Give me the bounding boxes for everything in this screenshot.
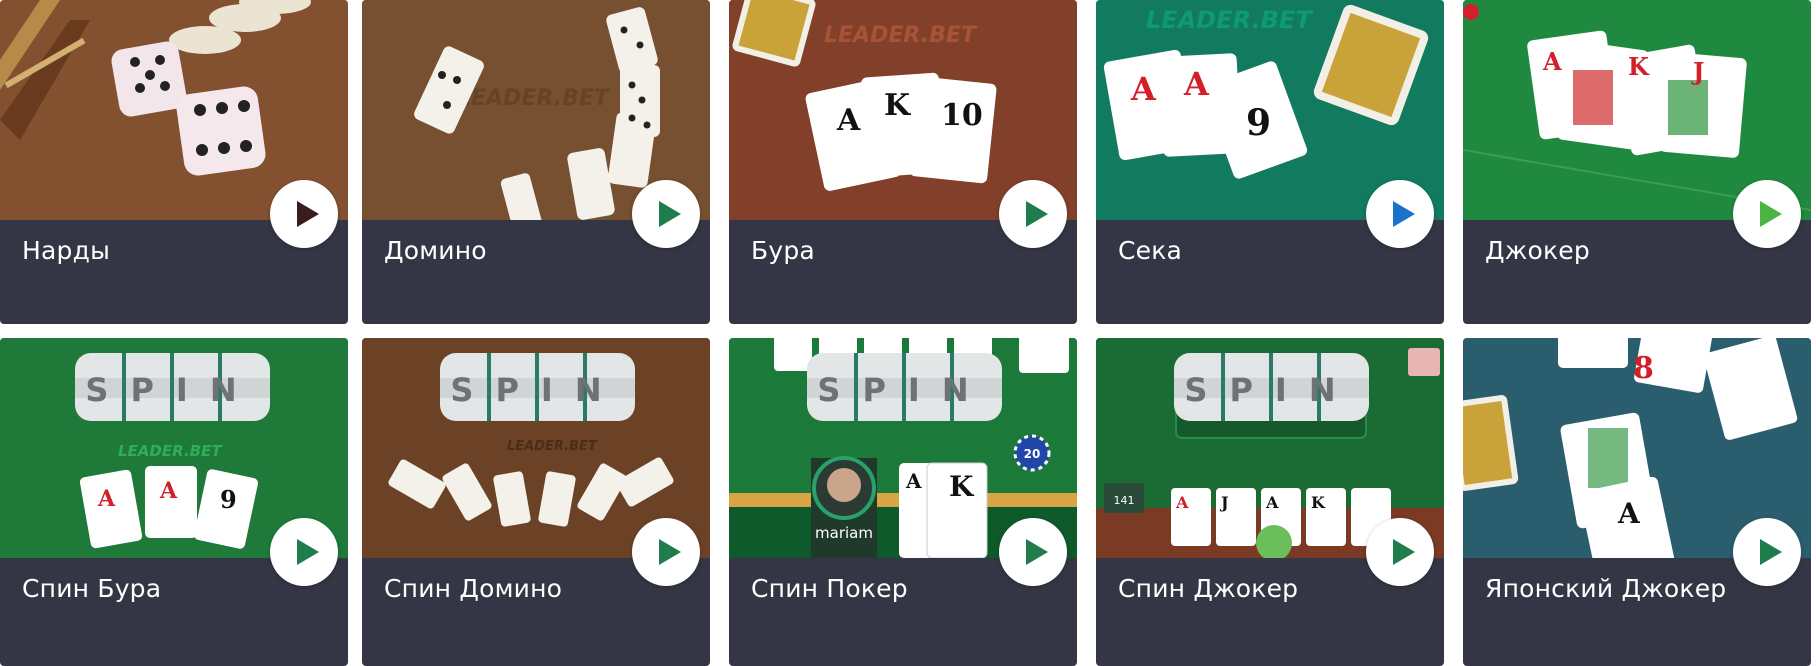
card-rank: A <box>1183 65 1210 103</box>
spin-label: SPIN <box>1184 371 1357 409</box>
card-rank: A <box>1265 493 1279 512</box>
play-button[interactable] <box>1366 180 1434 248</box>
card-rank: A <box>1617 497 1641 530</box>
brand-logo: LEADER.BET <box>457 86 611 111</box>
card-rank: 9 <box>220 485 237 514</box>
game-title: Сека <box>1118 236 1183 265</box>
player-name: mariam <box>815 524 873 542</box>
spin-label: SPIN <box>817 371 990 409</box>
spin-label: SPIN <box>85 371 258 409</box>
play-button[interactable] <box>632 180 700 248</box>
play-icon <box>659 201 681 227</box>
game-title: Джокер <box>1485 236 1590 265</box>
card-rank: K <box>1628 52 1650 81</box>
card-rank: J <box>1219 493 1229 512</box>
play-icon <box>1393 201 1415 227</box>
game-card-spin-bura[interactable]: SPIN LEADER.BET A A 9 Спин Бура <box>0 338 348 666</box>
brand-logo: LEADER.BET <box>507 439 598 454</box>
game-title: Спин Покер <box>751 574 908 603</box>
game-card-nardy[interactable]: Нарды <box>0 0 348 324</box>
play-icon <box>1026 201 1048 227</box>
brand-logo: LEADER.BET <box>118 442 223 460</box>
play-button[interactable] <box>999 518 1067 586</box>
game-title: Бура <box>751 236 815 265</box>
card-rank: A <box>159 478 178 504</box>
play-icon <box>1393 539 1415 565</box>
chip-value: 20 <box>1024 447 1041 461</box>
play-button[interactable] <box>999 180 1067 248</box>
card-rank: J <box>1691 57 1704 86</box>
score-value: 141 <box>1114 494 1135 507</box>
game-card-domino[interactable]: LEADER.BET Домино <box>362 0 710 324</box>
play-icon <box>1760 539 1782 565</box>
card-rank: 8 <box>1633 351 1654 386</box>
games-grid: Нарды LEADER.BET Домино LEADER.BET A K 1… <box>0 0 1816 666</box>
game-title: Спин Джокер <box>1118 574 1299 603</box>
card-rank: K <box>1311 493 1326 512</box>
play-icon <box>1026 539 1048 565</box>
game-title: Нарды <box>22 236 111 265</box>
brand-logo: LEADER.BET <box>1146 6 1313 34</box>
card-rank: 9 <box>1246 102 1271 144</box>
play-icon <box>1760 201 1782 227</box>
card-rank: A <box>1175 493 1189 512</box>
play-button[interactable] <box>1733 180 1801 248</box>
play-button[interactable] <box>1366 518 1434 586</box>
play-icon <box>297 201 319 227</box>
card-rank: A <box>905 469 922 493</box>
game-card-spin-domino[interactable]: SPIN LEADER.BET Спин Домино <box>362 338 710 666</box>
card-rank: A <box>1130 70 1157 108</box>
brand-logo: LEADER.BET <box>824 23 978 48</box>
play-button[interactable] <box>632 518 700 586</box>
play-button[interactable] <box>1733 518 1801 586</box>
card-rank: 10 <box>941 98 983 133</box>
play-icon <box>297 539 319 565</box>
card-rank: K <box>949 470 975 503</box>
game-card-seka[interactable]: LEADER.BET A A 9 Сека <box>1096 0 1444 324</box>
game-card-joker[interactable]: A K J Джокер <box>1463 0 1811 324</box>
game-title: Спин Бура <box>22 574 162 603</box>
card-rank: K <box>884 88 911 123</box>
play-button[interactable] <box>270 180 338 248</box>
play-icon <box>659 539 681 565</box>
spin-label: SPIN <box>450 371 623 409</box>
card-rank: A <box>1542 47 1562 76</box>
game-card-japanese-joker[interactable]: 8 A Японский Джокер <box>1463 338 1811 666</box>
game-card-spin-poker[interactable]: SPIN mariam 20 A K Спин Покер <box>729 338 1077 666</box>
play-button[interactable] <box>270 518 338 586</box>
card-rank: A <box>836 103 861 138</box>
card-rank: A <box>97 486 116 512</box>
game-card-spin-joker[interactable]: SPIN 141 A J A K Спин Джокер <box>1096 338 1444 666</box>
game-title: Японский Джокер <box>1485 574 1727 603</box>
game-title: Спин Домино <box>384 574 563 603</box>
game-card-bura[interactable]: LEADER.BET A K 10 Бура <box>729 0 1077 324</box>
game-title: Домино <box>384 236 487 265</box>
